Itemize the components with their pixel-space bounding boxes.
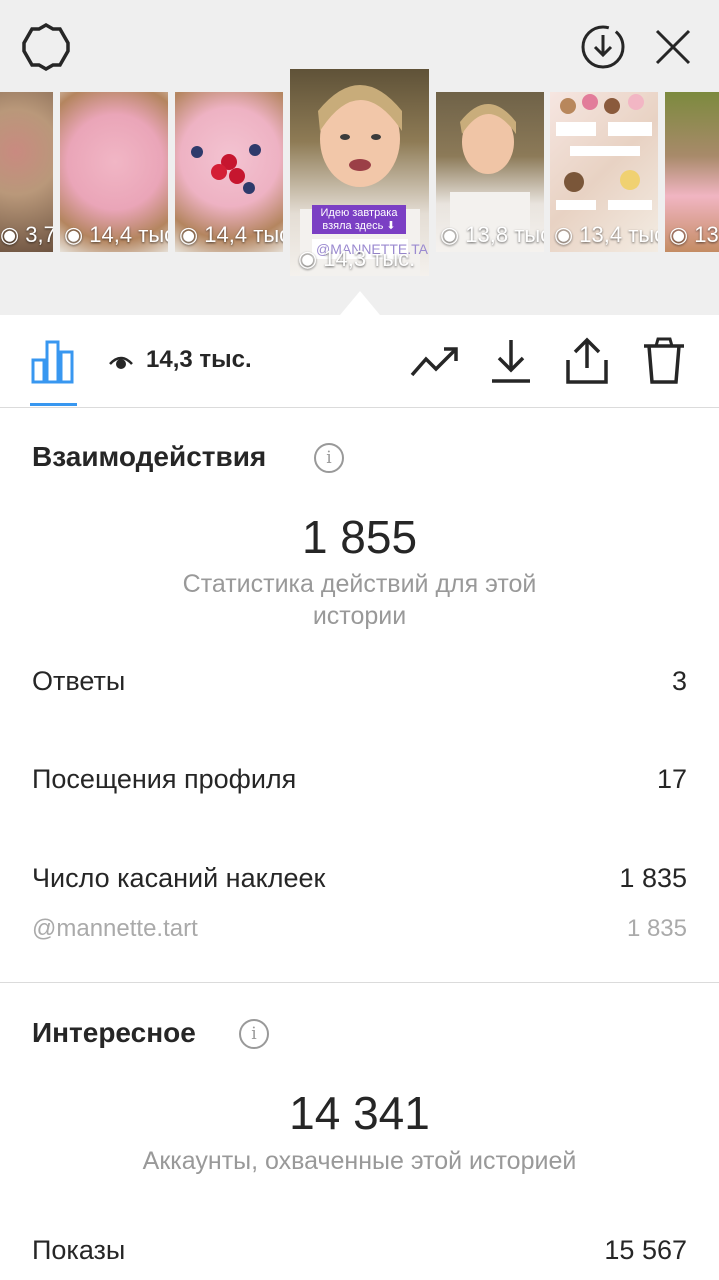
stat-label: @mannette.tart (32, 915, 198, 942)
stat-subrow-mention[interactable]: @mannette.tart 1 835 (32, 915, 687, 943)
eye-icon (109, 356, 133, 369)
info-icon[interactable]: i (314, 443, 344, 473)
interactions-total: 1 855 (301, 511, 418, 563)
active-tab-indicator (30, 403, 77, 406)
stat-row-replies: Ответы 3 (32, 666, 687, 697)
story-views-count: 14,3 тыс. (146, 346, 252, 373)
stat-value: 17 (656, 764, 687, 794)
story-views: ◉ 14,3 тыс. (298, 246, 416, 271)
gear-icon[interactable] (22, 23, 70, 71)
stat-label: Ответы (32, 666, 126, 696)
close-icon[interactable] (654, 28, 692, 66)
stat-value: 1 835 (619, 863, 687, 893)
story-thumbnail[interactable]: ◉ 13,4 тыс. (550, 92, 658, 252)
stat-value: 15 567 (604, 1235, 687, 1265)
reach-total: 14 341 (289, 1087, 430, 1139)
story-views: ◉ 3,7 тыс. (0, 222, 53, 247)
reach-subtitle: Аккаунты, охваченные этой историей (142, 1147, 577, 1175)
story-thumbnail[interactable]: ◉ 14,4 тыс. (175, 92, 283, 252)
download-circle-icon[interactable] (580, 24, 626, 70)
story-views: ◉ 14,4 тыс. (64, 222, 168, 247)
story-caption-sticker: Идею завтрака взяла здесь ⬇ (312, 205, 406, 234)
selected-story-thumbnail[interactable]: Идею завтрака взяла здесь ⬇ @MANNETTE.TA… (290, 69, 429, 276)
stat-label: Показы (32, 1235, 126, 1265)
trending-icon[interactable] (410, 343, 460, 379)
story-views: ◉ 13 тыс. (669, 222, 719, 247)
share-icon[interactable] (564, 336, 610, 386)
story-thumbnail[interactable]: ◉ 3,7 тыс. (0, 92, 53, 252)
stat-row-profile-visits: Посещения профиля 17 (32, 764, 687, 795)
story-thumbnail[interactable]: ◉ 13 тыс. (665, 92, 719, 252)
info-icon[interactable]: i (239, 1019, 269, 1049)
section-divider (0, 982, 719, 983)
selected-pointer (340, 291, 380, 315)
story-views: ◉ 13,8 тыс. (440, 222, 544, 247)
stat-label: Число касаний наклеек (32, 863, 326, 893)
stat-row-sticker-taps: Число касаний наклеек 1 835 (32, 863, 687, 894)
story-views: ◉ 14,4 тыс. (179, 222, 283, 247)
stat-label: Посещения профиля (32, 764, 297, 794)
story-thumbnail[interactable]: ◉ 13,8 тыс. (436, 92, 544, 252)
bar-chart-icon[interactable] (30, 338, 76, 384)
story-views: ◉ 13,4 тыс. (554, 222, 658, 247)
download-icon[interactable] (490, 338, 532, 384)
story-thumbnail[interactable]: ◉ 14,4 тыс. (60, 92, 168, 252)
stat-value: 3 (671, 666, 687, 696)
interactions-title: Взаимодействия (32, 441, 267, 472)
discovery-title: Интересное (32, 1017, 196, 1048)
interactions-subtitle: Статистика действий для этой истории (182, 570, 537, 630)
stat-row-impressions: Показы 15 567 (32, 1235, 687, 1266)
trash-icon[interactable] (642, 336, 686, 386)
stat-value: 1 835 (626, 915, 687, 942)
